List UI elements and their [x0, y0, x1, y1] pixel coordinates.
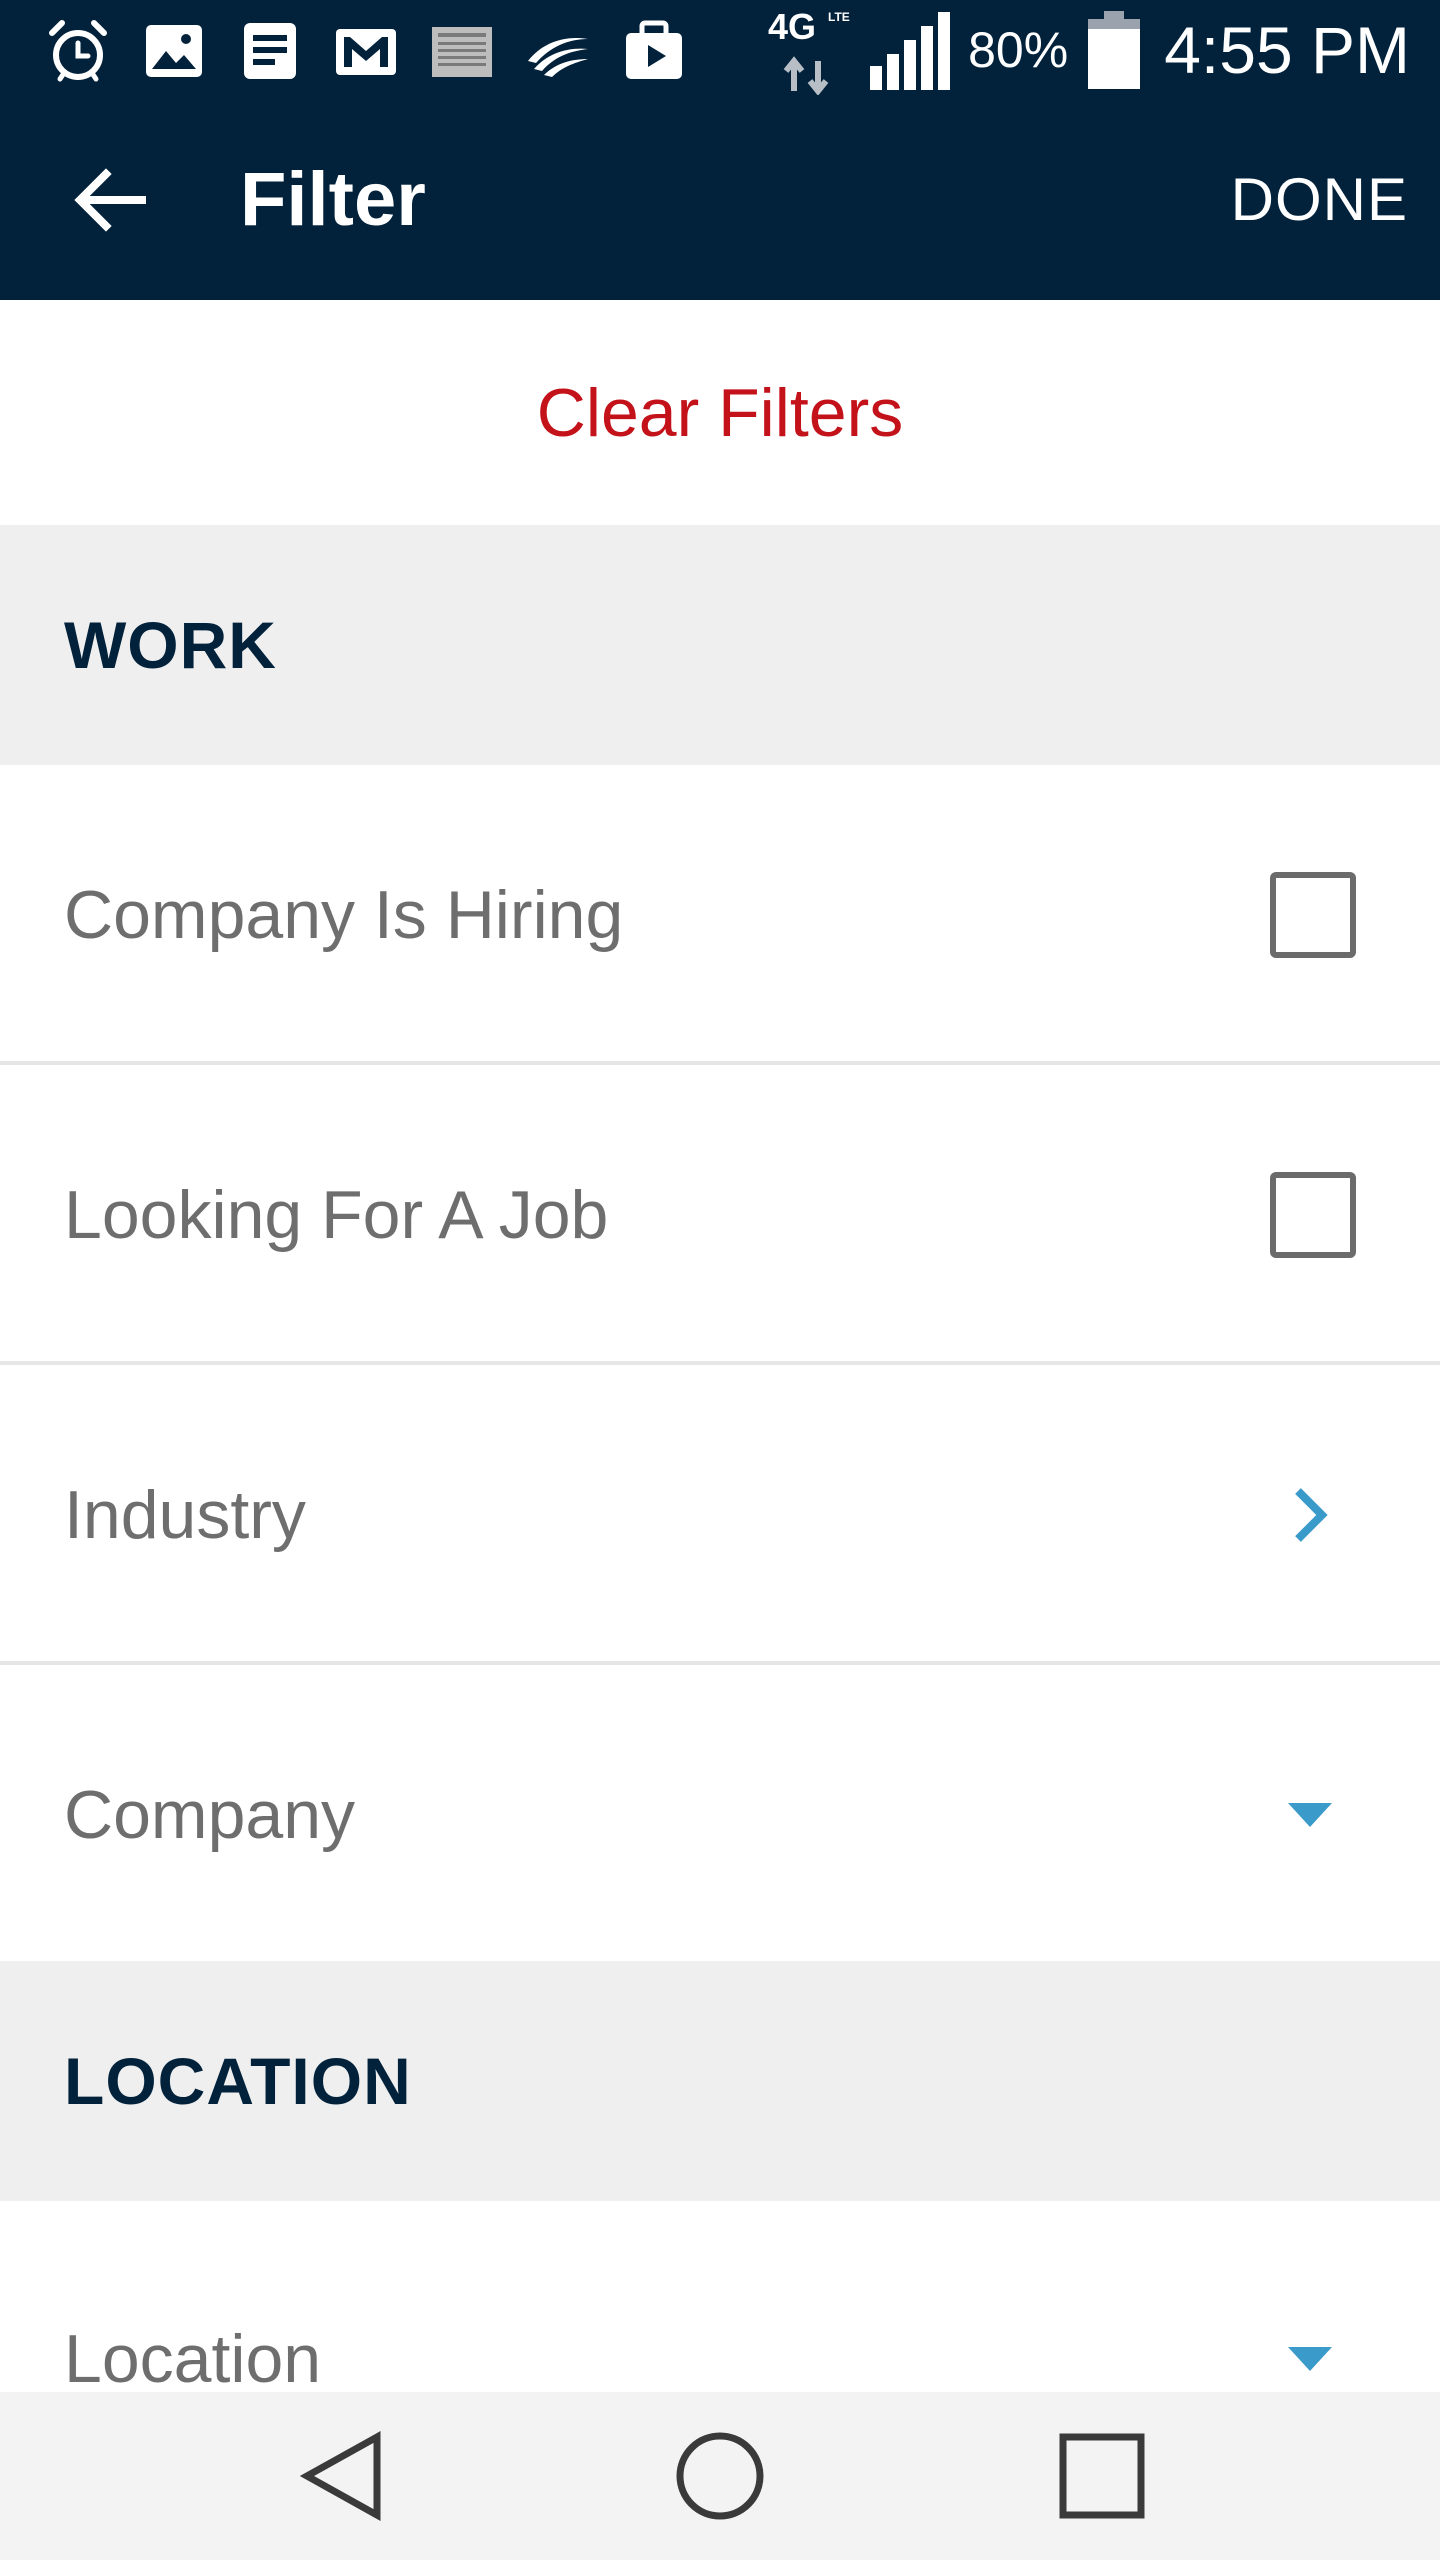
- filter-row-company-is-hiring[interactable]: Company Is Hiring: [0, 765, 1440, 1065]
- svg-text:4G: 4G: [768, 6, 816, 47]
- status-time: 4:55 PM: [1164, 13, 1410, 87]
- location-dropdown[interactable]: [1280, 2329, 1340, 2389]
- nav-back-button[interactable]: [262, 2392, 422, 2560]
- back-button[interactable]: [60, 150, 160, 250]
- status-bar: 4G LTE 80% 4:55 PM: [0, 0, 1440, 100]
- filter-label-company: Company: [64, 1777, 356, 1853]
- nav-home-button[interactable]: [640, 2392, 800, 2560]
- section-header-work: WORK: [0, 525, 1440, 765]
- company-is-hiring-checkbox[interactable]: [1270, 872, 1356, 958]
- section-header-location: LOCATION: [0, 1961, 1440, 2201]
- svg-text:LTE: LTE: [828, 10, 850, 24]
- system-nav-bar: [0, 2392, 1440, 2560]
- signal-strength-icon: [870, 12, 951, 90]
- filter-label-looking-for-a-job: Looking For A Job: [64, 1177, 609, 1253]
- briefcase-icon: [626, 20, 682, 79]
- notes-icon: [244, 23, 296, 79]
- arrow-left-icon: [74, 168, 146, 232]
- filter-label-industry: Industry: [64, 1477, 306, 1553]
- industry-chevron: [1280, 1485, 1340, 1545]
- alarm-clock-icon: [49, 20, 107, 82]
- back-triangle-icon: [299, 2431, 381, 2521]
- home-circle-icon: [676, 2432, 764, 2520]
- page-title: Filter: [240, 157, 426, 242]
- newspaper-icon: [432, 27, 492, 77]
- battery-icon: [1088, 11, 1141, 89]
- dropdown-caret-icon: [1288, 2347, 1332, 2371]
- filter-row-company[interactable]: Company: [0, 1665, 1440, 1961]
- section-title-location: LOCATION: [64, 2044, 412, 2118]
- notification-icons: [44, 16, 688, 86]
- filter-row-looking-for-a-job[interactable]: Looking For A Job: [0, 1065, 1440, 1365]
- nav-recents-button[interactable]: [1022, 2392, 1182, 2560]
- filter-label-location: Location: [64, 2321, 322, 2392]
- section-title-work: WORK: [64, 608, 277, 682]
- system-status: 4G LTE 80% 4:55 PM: [768, 0, 1410, 100]
- clear-filters-button[interactable]: Clear Filters: [537, 374, 904, 452]
- swiftkey-icon: [528, 37, 588, 77]
- app-bar: Filter DONE: [0, 100, 1440, 300]
- chevron-right-icon: [1295, 1488, 1328, 1542]
- done-button[interactable]: DONE: [1231, 100, 1408, 300]
- filter-row-location[interactable]: Location: [0, 2201, 1440, 2392]
- looking-for-a-job-checkbox[interactable]: [1270, 1172, 1356, 1258]
- filter-row-industry[interactable]: Industry: [0, 1365, 1440, 1665]
- network-4g-lte-icon: 4G LTE: [768, 6, 850, 95]
- clear-filters-row: Clear Filters: [0, 300, 1440, 525]
- gmail-icon: [336, 29, 396, 75]
- filter-label-company-is-hiring: Company Is Hiring: [64, 877, 624, 953]
- battery-percent: 80%: [968, 22, 1069, 78]
- filter-screen: 4G LTE 80% 4:55 PM Filter DONE Clear Fil…: [0, 0, 1440, 2560]
- gallery-icon: [146, 25, 202, 77]
- recents-square-icon: [1059, 2433, 1145, 2519]
- company-dropdown[interactable]: [1280, 1785, 1340, 1845]
- dropdown-caret-icon: [1288, 1803, 1332, 1827]
